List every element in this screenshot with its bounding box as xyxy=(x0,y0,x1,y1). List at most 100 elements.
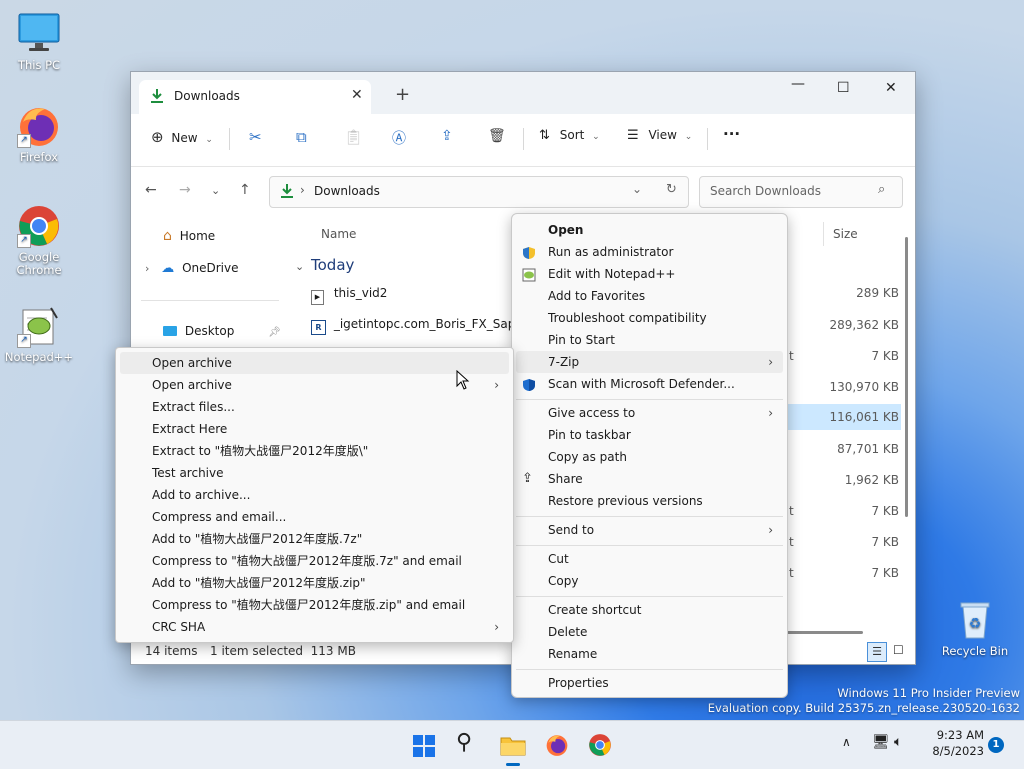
share-icon: ⇪ xyxy=(522,471,533,486)
menu-item-share[interactable]: ⇪ Share xyxy=(516,468,783,490)
menu-item-label: Add to "植物大战僵尸2012年度版.zip" xyxy=(152,576,366,590)
menu-item-label: 7-Zip xyxy=(548,355,580,369)
zip-item-compress-7z-email[interactable]: Compress to "植物大战僵尸2012年度版.7z" and email xyxy=(120,550,509,572)
menu-item-restore-versions[interactable]: Restore previous versions xyxy=(516,490,783,512)
network-icon[interactable]: 🖥︎ xyxy=(872,734,890,750)
new-button[interactable]: ⊕ New ⌄ xyxy=(151,128,213,148)
maximize-button[interactable]: ☐ xyxy=(837,80,850,96)
menu-item-create-shortcut[interactable]: Create shortcut xyxy=(516,599,783,621)
zip-item-extract-to[interactable]: Extract to "植物大战僵尸2012年度版\" xyxy=(120,440,509,462)
menu-item-copy-path[interactable]: Copy as path xyxy=(516,446,783,468)
sidebar-item-desktop[interactable]: Desktop 📌︎ xyxy=(163,324,281,338)
address-dropdown-icon[interactable]: ⌄ xyxy=(632,182,642,196)
back-button[interactable]: ← xyxy=(145,182,157,198)
rename-icon[interactable]: Ⓐ xyxy=(392,128,406,148)
group-header-today[interactable]: ⌄ Today xyxy=(295,256,354,274)
notepadpp-icon: ↗ xyxy=(17,304,61,348)
menu-item-give-access[interactable]: Give access to › xyxy=(516,402,783,424)
menu-item-properties[interactable]: Properties xyxy=(516,672,783,694)
menu-item-troubleshoot[interactable]: Troubleshoot compatibility xyxy=(516,307,783,329)
sort-button[interactable]: ⇅ Sort ⌄ xyxy=(539,128,600,148)
start-button[interactable] xyxy=(412,734,436,761)
firefox-taskbar-icon[interactable] xyxy=(545,733,569,760)
menu-item-scan-defender[interactable]: Scan with Microsoft Defender... xyxy=(516,373,783,395)
search-box[interactable]: Search Downloads ⌕ xyxy=(699,176,903,208)
clock[interactable]: 9:23 AM 8/5/2023 xyxy=(924,727,984,759)
menu-item-label: Extract files... xyxy=(152,400,235,414)
column-header-size[interactable]: Size xyxy=(833,227,858,241)
file-size: 289 KB xyxy=(856,286,899,300)
file-type-partial: t xyxy=(789,504,794,518)
column-header-name[interactable]: Name xyxy=(321,227,356,241)
desktop-icon-firefox[interactable]: ↗ Firefox xyxy=(4,104,74,164)
menu-item-send-to[interactable]: Send to › xyxy=(516,519,783,541)
chrome-taskbar-icon[interactable] xyxy=(588,733,612,760)
zip-item-extract-here[interactable]: Extract Here xyxy=(120,418,509,440)
file-explorer-taskbar-icon[interactable] xyxy=(500,734,526,759)
sort-label: Sort xyxy=(559,128,585,142)
vertical-scrollbar[interactable] xyxy=(905,237,908,517)
file-size: 7 KB xyxy=(871,349,899,363)
desktop-icon-notepadpp[interactable]: ↗ Notepad++ xyxy=(4,304,74,364)
menu-item-label: Cut xyxy=(548,552,569,566)
forward-button[interactable]: → xyxy=(179,182,191,198)
tiles-view-icon[interactable]: ☐ xyxy=(893,643,904,657)
menu-item-copy[interactable]: Copy xyxy=(516,570,783,592)
menu-item-pin-taskbar[interactable]: Pin to taskbar xyxy=(516,424,783,446)
notification-badge[interactable]: 1 xyxy=(988,737,1004,753)
sidebar-item-onedrive[interactable]: › ☁ OneDrive xyxy=(145,261,239,276)
file-size: 1,962 KB xyxy=(844,473,899,487)
refresh-icon[interactable]: ↻ xyxy=(666,182,677,197)
menu-item-rename[interactable]: Rename xyxy=(516,643,783,665)
file-row[interactable]: R _igetintopc.com_Boris_FX_Sapphire xyxy=(311,317,511,337)
menu-item-open[interactable]: Open xyxy=(516,219,783,241)
details-view-icon[interactable]: ☰ xyxy=(867,642,887,662)
desktop-icon-chrome[interactable]: ↗ Google Chrome xyxy=(4,204,74,277)
desktop-icon-this-pc[interactable]: This PC xyxy=(4,12,74,72)
firefox-icon: ↗ xyxy=(17,104,61,148)
address-bar[interactable]: › Downloads ⌄ ↻ xyxy=(269,176,689,208)
volume-icon[interactable]: 🔈︎ xyxy=(894,734,902,750)
share-icon[interactable]: ⇪ xyxy=(441,128,453,148)
menu-item-cut[interactable]: Cut xyxy=(516,548,783,570)
zip-item-add-to-archive[interactable]: Add to archive... xyxy=(120,484,509,506)
new-tab-button[interactable]: + xyxy=(395,84,410,105)
recent-locations-button[interactable]: ⌄ xyxy=(211,184,220,197)
zip-item-compress-zip-email[interactable]: Compress to "植物大战僵尸2012年度版.zip" and emai… xyxy=(120,594,509,616)
copy-icon[interactable]: ⧉ xyxy=(296,128,307,148)
zip-item-extract-files[interactable]: Extract files... xyxy=(120,396,509,418)
sidebar-item-home[interactable]: ⌂ Home xyxy=(163,228,215,244)
menu-item-run-as-admin[interactable]: Run as administrator xyxy=(516,241,783,263)
menu-item-edit-notepadpp[interactable]: Edit with Notepad++ xyxy=(516,263,783,285)
menu-item-pin-start[interactable]: Pin to Start xyxy=(516,329,783,351)
horizontal-scrollbar[interactable] xyxy=(787,631,863,634)
search-placeholder: Search Downloads xyxy=(710,184,821,198)
zip-item-open-archive[interactable]: Open archive xyxy=(120,352,509,374)
delete-icon[interactable]: 🗑︎ xyxy=(488,128,506,148)
zip-item-open-archive-sub[interactable]: Open archive › xyxy=(120,374,509,396)
minimize-button[interactable]: — xyxy=(791,76,805,92)
zip-item-compress-email[interactable]: Compress and email... xyxy=(120,506,509,528)
up-button[interactable]: ↑ xyxy=(239,182,251,198)
zip-item-crc-sha[interactable]: CRC SHA › xyxy=(120,616,509,638)
menu-item-delete[interactable]: Delete xyxy=(516,621,783,643)
menu-item-7zip[interactable]: 7-Zip › xyxy=(516,351,783,373)
zip-item-add-zip[interactable]: Add to "植物大战僵尸2012年度版.zip" xyxy=(120,572,509,594)
close-window-button[interactable]: ✕ xyxy=(885,80,897,96)
paste-icon[interactable]: 📋︎ xyxy=(344,128,363,148)
tab-downloads[interactable]: Downloads ✕ xyxy=(139,80,371,114)
view-button[interactable]: ☰ View ⌄ xyxy=(627,128,692,148)
menu-separator xyxy=(516,516,783,517)
cut-icon[interactable]: ✂ xyxy=(249,128,262,148)
search-taskbar-icon[interactable]: ⚲ xyxy=(456,730,472,755)
more-options-button[interactable]: ··· xyxy=(723,125,740,145)
tab-close-icon[interactable]: ✕ xyxy=(351,87,363,103)
pin-icon: 📌︎ xyxy=(268,327,281,338)
breadcrumb-downloads[interactable]: Downloads xyxy=(314,184,380,198)
file-row[interactable]: ▶ this_vid2 xyxy=(311,286,511,306)
zip-item-add-7z[interactable]: Add to "植物大战僵尸2012年度版.7z" xyxy=(120,528,509,550)
zip-item-test-archive[interactable]: Test archive xyxy=(120,462,509,484)
show-hidden-icons-chevron[interactable]: ∧ xyxy=(842,735,851,749)
desktop-icon-recycle-bin[interactable]: ♻ Recycle Bin xyxy=(940,598,1010,658)
menu-item-add-favorites[interactable]: Add to Favorites xyxy=(516,285,783,307)
